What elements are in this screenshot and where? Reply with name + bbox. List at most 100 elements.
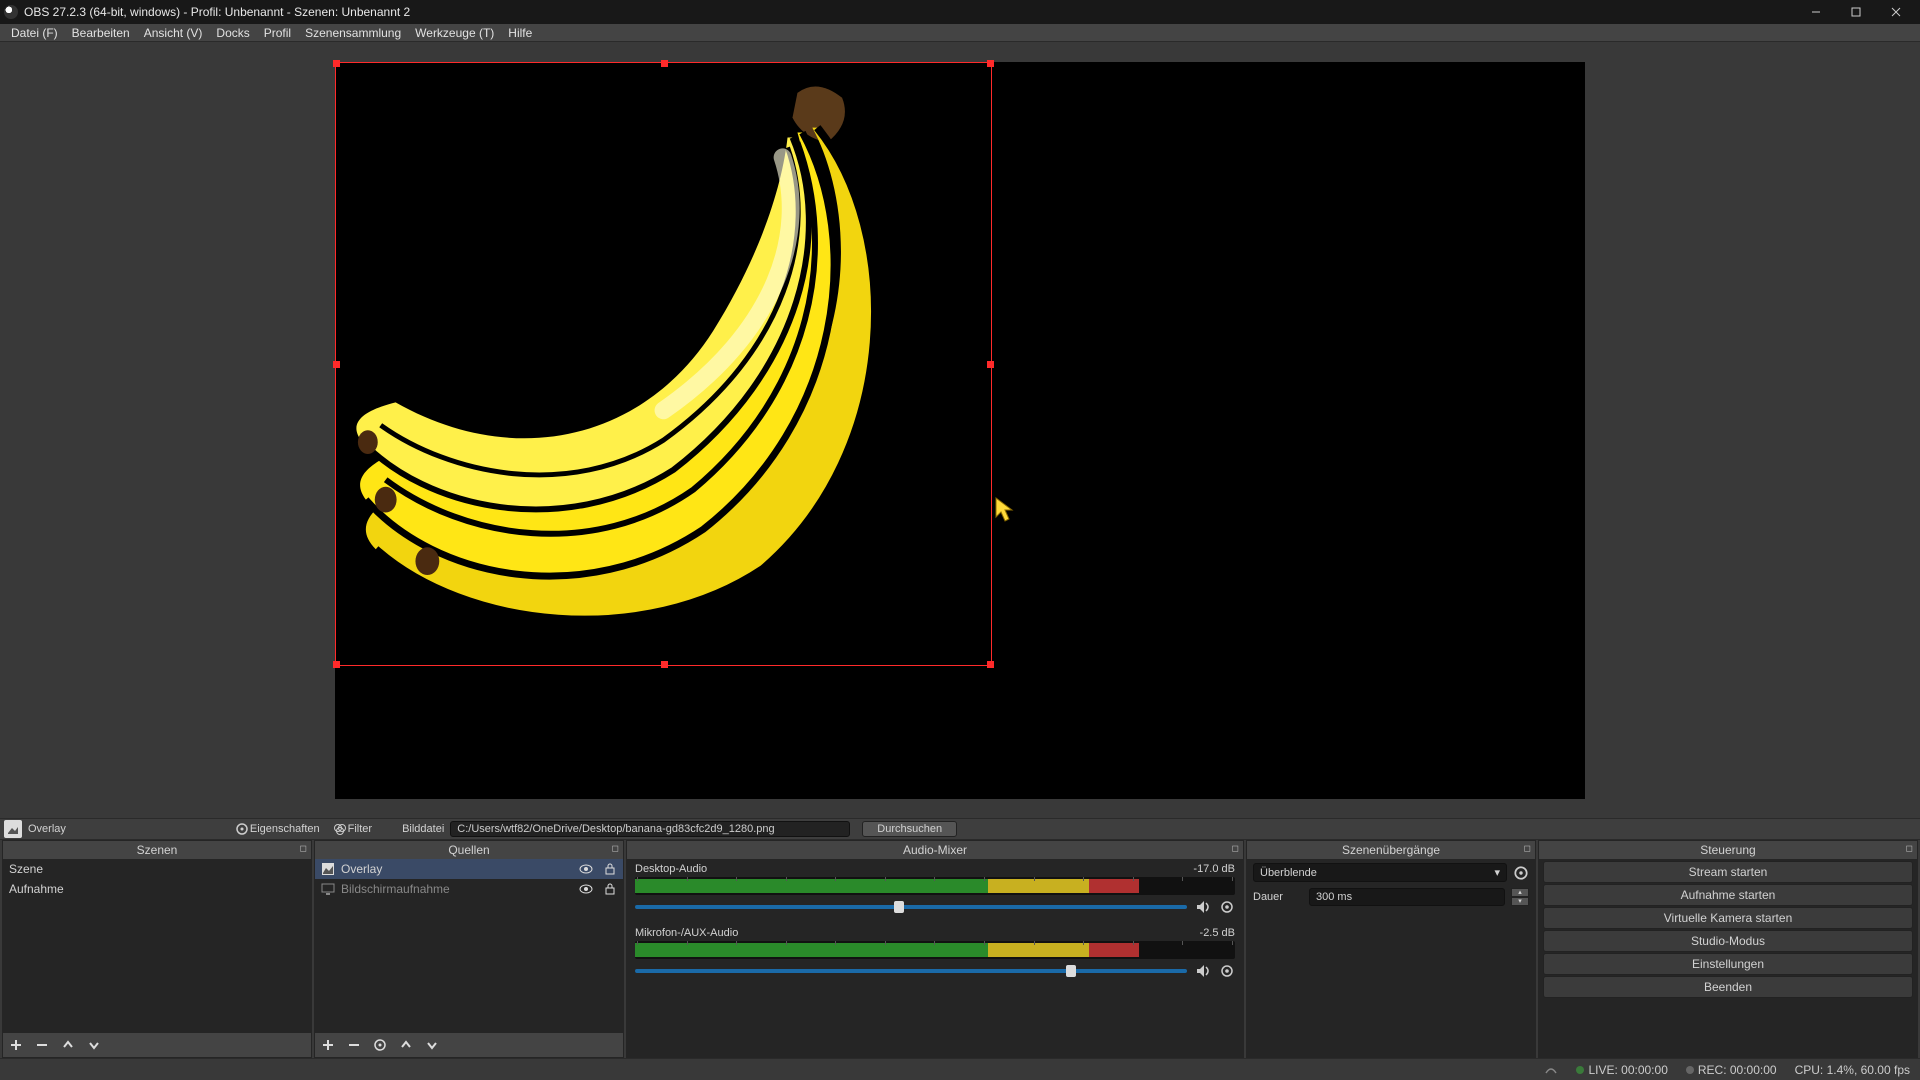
filters-button[interactable]: Filter: [330, 823, 376, 835]
resize-handle[interactable]: [661, 60, 668, 67]
settings-button[interactable]: Einstellungen: [1543, 953, 1913, 975]
resize-handle[interactable]: [987, 60, 994, 67]
popout-icon[interactable]: ◻: [1232, 843, 1239, 854]
volume-meter: [635, 941, 1235, 959]
transition-value: Überblende: [1260, 867, 1317, 879]
scene-item[interactable]: Aufnahme: [3, 879, 311, 899]
visibility-icon[interactable]: [579, 862, 593, 876]
menu-view[interactable]: Ansicht (V): [137, 26, 210, 40]
source-label: Bildschirmaufnahme: [341, 882, 450, 896]
source-down-button[interactable]: [425, 1038, 439, 1052]
menu-scene-collection[interactable]: Szenensammlung: [298, 26, 408, 40]
popout-icon[interactable]: ◻: [1524, 843, 1531, 854]
gear-icon[interactable]: [1219, 963, 1235, 979]
mixer-header[interactable]: Audio-Mixer ◻: [627, 841, 1243, 859]
menu-help[interactable]: Hilfe: [501, 26, 539, 40]
speaker-icon[interactable]: [1195, 899, 1211, 915]
lock-icon[interactable]: [603, 862, 617, 876]
banana-image: [346, 73, 981, 658]
menubar: Datei (F) Bearbeiten Ansicht (V) Docks P…: [0, 24, 1920, 42]
scenes-title: Szenen: [137, 843, 178, 857]
duration-value: 300 ms: [1316, 891, 1352, 903]
image-icon: [321, 862, 335, 876]
source-properties-button[interactable]: [373, 1038, 387, 1052]
popout-icon[interactable]: ◻: [1906, 843, 1913, 854]
selected-source-name: Overlay: [28, 823, 66, 835]
chevron-down-icon: ▾: [1494, 866, 1500, 879]
resize-handle[interactable]: [333, 661, 340, 668]
sources-header[interactable]: Quellen ◻: [315, 841, 623, 859]
transitions-header[interactable]: Szenenübergänge ◻: [1247, 841, 1535, 859]
source-item[interactable]: Bildschirmaufnahme: [315, 879, 623, 899]
filter-icon: [334, 823, 346, 835]
exit-button[interactable]: Beenden: [1543, 976, 1913, 998]
volume-slider[interactable]: [635, 905, 1187, 909]
lock-icon[interactable]: [603, 882, 617, 896]
browse-button[interactable]: Durchsuchen: [862, 821, 957, 837]
popout-icon[interactable]: ◻: [612, 843, 619, 854]
duration-spinner[interactable]: ▴▾: [1511, 888, 1529, 906]
popout-icon[interactable]: ◻: [300, 843, 307, 854]
channel-level: -17.0 dB: [1193, 863, 1235, 875]
source-label: Overlay: [341, 862, 382, 876]
scene-up-button[interactable]: [61, 1038, 75, 1052]
selection-box[interactable]: [335, 62, 992, 666]
add-scene-button[interactable]: [9, 1038, 23, 1052]
resize-handle[interactable]: [333, 60, 340, 67]
controls-header[interactable]: Steuerung ◻: [1539, 841, 1917, 859]
sources-dock: Quellen ◻ Overlay Bildschirmaufnahme: [314, 840, 624, 1058]
controls-title: Steuerung: [1700, 843, 1755, 857]
statusbar: LIVE: 00:00:00 REC: 00:00:00 CPU: 1.4%, …: [0, 1058, 1920, 1080]
duration-field[interactable]: 300 ms: [1309, 888, 1505, 906]
speaker-icon[interactable]: [1195, 963, 1211, 979]
volume-slider[interactable]: [635, 969, 1187, 973]
gear-icon[interactable]: [1219, 899, 1235, 915]
connection-icon: [1544, 1065, 1558, 1075]
scene-item[interactable]: Szene: [3, 859, 311, 879]
cpu-status: CPU: 1.4%, 60.00 fps: [1795, 1063, 1910, 1077]
menu-file[interactable]: Datei (F): [4, 26, 65, 40]
source-up-button[interactable]: [399, 1038, 413, 1052]
cursor-icon: [995, 497, 1015, 523]
source-toolbar: Overlay Eigenschaften Filter Bilddatei C…: [0, 818, 1920, 840]
menu-edit[interactable]: Bearbeiten: [65, 26, 137, 40]
live-dot-icon: [1576, 1066, 1584, 1074]
preview-area[interactable]: [0, 42, 1920, 818]
visibility-icon[interactable]: [579, 882, 593, 896]
maximize-button[interactable]: [1836, 0, 1876, 24]
obs-logo-icon: [4, 5, 18, 19]
scene-down-button[interactable]: [87, 1038, 101, 1052]
channel-name: Desktop-Audio: [635, 863, 707, 875]
resize-handle[interactable]: [661, 661, 668, 668]
volume-meter: [635, 877, 1235, 895]
menu-tools[interactable]: Werkzeuge (T): [408, 26, 501, 40]
rec-status: REC: 00:00:00: [1698, 1063, 1777, 1077]
sources-title: Quellen: [448, 843, 489, 857]
menu-docks[interactable]: Docks: [209, 26, 256, 40]
start-recording-button[interactable]: Aufnahme starten: [1543, 884, 1913, 906]
preview-canvas[interactable]: [335, 62, 1585, 799]
close-button[interactable]: [1876, 0, 1916, 24]
gear-icon: [236, 823, 248, 835]
duration-label: Dauer: [1253, 891, 1303, 903]
menu-profile[interactable]: Profil: [257, 26, 298, 40]
remove-scene-button[interactable]: [35, 1038, 49, 1052]
start-virtual-cam-button[interactable]: Virtuelle Kamera starten: [1543, 907, 1913, 929]
resize-handle[interactable]: [987, 661, 994, 668]
minimize-button[interactable]: [1796, 0, 1836, 24]
start-stream-button[interactable]: Stream starten: [1543, 861, 1913, 883]
resize-handle[interactable]: [987, 361, 994, 368]
resize-handle[interactable]: [333, 361, 340, 368]
studio-mode-button[interactable]: Studio-Modus: [1543, 930, 1913, 952]
mixer-channel: Mikrofon-/AUX-Audio -2.5 dB: [627, 923, 1243, 987]
remove-source-button[interactable]: [347, 1038, 361, 1052]
properties-button[interactable]: Eigenschaften: [232, 823, 324, 835]
transition-select[interactable]: Überblende ▾: [1253, 863, 1507, 882]
window-title: OBS 27.2.3 (64-bit, windows) - Profil: U…: [24, 5, 1796, 19]
gear-icon[interactable]: [1513, 865, 1529, 881]
scenes-header[interactable]: Szenen ◻: [3, 841, 311, 859]
add-source-button[interactable]: [321, 1038, 335, 1052]
image-path-field[interactable]: C:/Users/wtf82/OneDrive/Desktop/banana-g…: [450, 821, 850, 837]
source-item[interactable]: Overlay: [315, 859, 623, 879]
transitions-title: Szenenübergänge: [1342, 843, 1440, 857]
